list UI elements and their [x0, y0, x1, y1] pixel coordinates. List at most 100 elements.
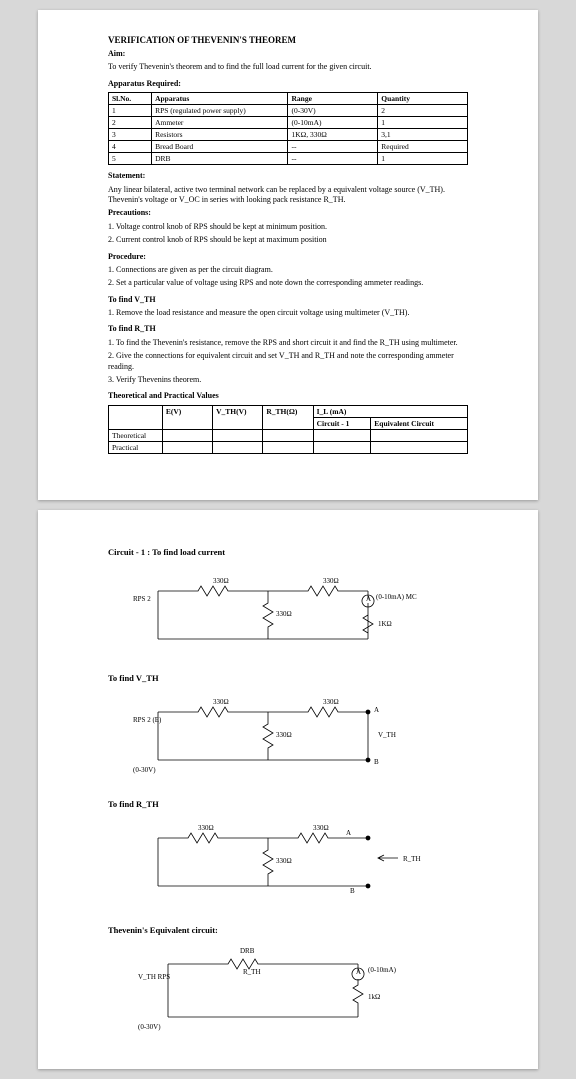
- diagram-find-vth: 330Ω 330Ω 330Ω RPS 2 (E) (0-30V) A B V_T…: [128, 687, 448, 787]
- r-label: 1kΩ: [368, 993, 380, 1001]
- table-header: Sl.No. Apparatus Range Quantity: [109, 93, 468, 105]
- ammeter-icon: A: [356, 968, 361, 976]
- ammeter-label: (0-10mA) MC: [376, 593, 417, 601]
- r-label: 330Ω: [323, 577, 339, 585]
- r-label: 1KΩ: [378, 620, 392, 628]
- procedure-heading: Procedure:: [108, 252, 468, 262]
- td: RPS (regulated power supply): [152, 105, 288, 117]
- diagram-circuit-1: 330Ω 330Ω 330Ω 1KΩ RPS 2 (0-10mA) MC A: [128, 561, 448, 661]
- td: [213, 429, 263, 441]
- ammeter-label: (0-10mA): [368, 966, 397, 974]
- diagram-4-title: Thevenin's Equivalent circuit:: [108, 925, 468, 935]
- td: 3: [109, 129, 152, 141]
- table-row: Theoretical: [109, 429, 468, 441]
- th: I_L (mA): [313, 405, 467, 417]
- values-table: E(V) V_TH(V) R_TH(Ω) I_L (mA) Circuit - …: [108, 405, 468, 454]
- td: [313, 429, 371, 441]
- aim-text: To verify Thevenin's theorem and to find…: [108, 62, 468, 72]
- r-label: 330Ω: [313, 824, 329, 832]
- diagram-3-title: To find R_TH: [108, 799, 468, 809]
- procedure-2: 2. Set a particular value of voltage usi…: [108, 278, 468, 288]
- td: 4: [109, 141, 152, 153]
- rth-label: R_TH: [243, 968, 261, 976]
- th: R_TH(Ω): [263, 405, 313, 429]
- node-b: B: [350, 887, 355, 895]
- r-label: 330Ω: [276, 857, 292, 865]
- r-label: 330Ω: [213, 577, 229, 585]
- aim-heading: Aim:: [108, 49, 468, 59]
- diagram-1-title: Circuit - 1 : To find load current: [108, 547, 468, 557]
- td: --: [288, 141, 378, 153]
- table-header: E(V) V_TH(V) R_TH(Ω) I_L (mA): [109, 405, 468, 417]
- find-rth-heading: To find R_TH: [108, 324, 468, 334]
- td: [213, 441, 263, 453]
- td: Practical: [109, 441, 163, 453]
- vth-label: V_TH: [378, 731, 396, 739]
- drb-label: DRB: [240, 947, 255, 955]
- td: Theoretical: [109, 429, 163, 441]
- td: 1: [109, 105, 152, 117]
- td: --: [288, 153, 378, 165]
- td: 1: [378, 153, 468, 165]
- procedure-1: 1. Connections are given as per the circ…: [108, 265, 468, 275]
- th: Range: [288, 93, 378, 105]
- statement-text: Any linear bilateral, active two termina…: [108, 185, 468, 206]
- td: Bread Board: [152, 141, 288, 153]
- table-row: 3Resistors1KΩ, 330Ω3,1: [109, 129, 468, 141]
- find-rth-3: 3. Verify Thevenins theorem.: [108, 375, 468, 385]
- vth-rps-label: V_TH RPS: [138, 973, 170, 981]
- th: Circuit - 1: [313, 417, 371, 429]
- doc-title: VERIFICATION OF THEVENIN'S THEOREM: [108, 35, 468, 45]
- page-2: Circuit - 1 : To find load current 330Ω …: [38, 510, 538, 1069]
- th: Quantity: [378, 93, 468, 105]
- diagram-find-rth: 330Ω 330Ω 330Ω A B R_TH: [128, 813, 448, 913]
- rps-label: RPS 2 (E): [133, 716, 162, 724]
- td: Required: [378, 141, 468, 153]
- rps-label: RPS 2: [133, 595, 151, 603]
- td: [263, 441, 313, 453]
- table-row: 4Bread Board--Required: [109, 141, 468, 153]
- td: Resistors: [152, 129, 288, 141]
- values-heading: Theoretical and Practical Values: [108, 391, 468, 401]
- th: Equivalent Circuit: [371, 417, 468, 429]
- td: [162, 441, 212, 453]
- td: (0-10mA): [288, 117, 378, 129]
- table-row: 1RPS (regulated power supply)(0-30V)2: [109, 105, 468, 117]
- range-label: (0-30V): [133, 766, 156, 774]
- apparatus-heading: Apparatus Required:: [108, 79, 468, 89]
- r-label: 330Ω: [198, 824, 214, 832]
- td: Ammeter: [152, 117, 288, 129]
- th: [109, 405, 163, 429]
- apparatus-table: Sl.No. Apparatus Range Quantity 1RPS (re…: [108, 92, 468, 165]
- range-label: (0-30V): [138, 1023, 161, 1031]
- find-rth-1: 1. To find the Thevenin's resistance, re…: [108, 338, 468, 348]
- th: Sl.No.: [109, 93, 152, 105]
- td: 5: [109, 153, 152, 165]
- find-vth-heading: To find V_TH: [108, 295, 468, 305]
- diagram-equiv-circuit: DRB R_TH V_TH RPS (0-30V) (0-10mA) A 1kΩ: [128, 939, 448, 1039]
- td: 1: [378, 117, 468, 129]
- td: (0-30V): [288, 105, 378, 117]
- r-label: 330Ω: [276, 610, 292, 618]
- r-label: 330Ω: [276, 731, 292, 739]
- node-a: A: [374, 706, 379, 714]
- td: [371, 441, 468, 453]
- td: [263, 429, 313, 441]
- r-label: 330Ω: [213, 698, 229, 706]
- node-a: A: [346, 829, 351, 837]
- statement-heading: Statement:: [108, 171, 468, 181]
- table-row: 2Ammeter(0-10mA)1: [109, 117, 468, 129]
- table-row: 5DRB--1: [109, 153, 468, 165]
- node-b: B: [374, 758, 379, 766]
- th: Apparatus: [152, 93, 288, 105]
- ammeter-icon: A: [366, 595, 371, 603]
- rth-label: R_TH: [403, 855, 421, 863]
- td: 3,1: [378, 129, 468, 141]
- find-vth-1: 1. Remove the load resistance and measur…: [108, 308, 468, 318]
- diagram-2-title: To find V_TH: [108, 673, 468, 683]
- precaution-1: 1. Voltage control knob of RPS should be…: [108, 222, 468, 232]
- r-label: 330Ω: [323, 698, 339, 706]
- td: DRB: [152, 153, 288, 165]
- find-rth-2: 2. Give the connections for equivalent c…: [108, 351, 468, 372]
- precautions-heading: Precautions:: [108, 208, 468, 218]
